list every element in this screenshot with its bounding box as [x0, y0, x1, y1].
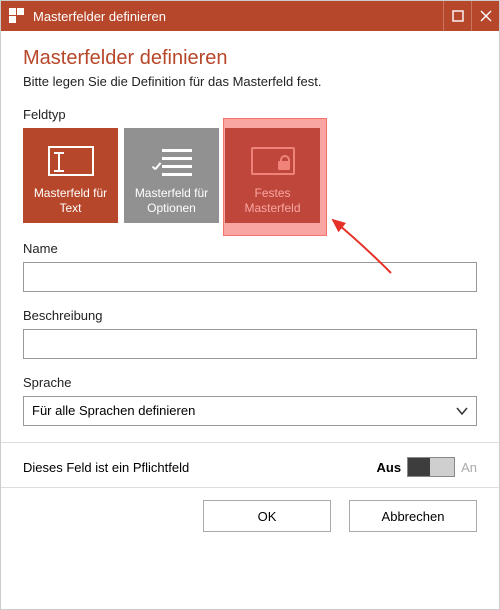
fieldtype-option-label: Masterfeld für Text: [27, 186, 114, 215]
close-icon: [480, 10, 492, 22]
fieldtype-option-options[interactable]: Masterfeld für Optionen: [124, 128, 219, 223]
dialog-subheading: Bitte legen Sie die Definition für das M…: [23, 74, 477, 89]
description-label: Beschreibung: [23, 308, 477, 323]
window-title: Masterfelder definieren: [33, 9, 443, 24]
name-label: Name: [23, 241, 477, 256]
fieldtype-option-text[interactable]: Masterfeld für Text: [23, 128, 118, 223]
description-group: Beschreibung: [23, 308, 477, 359]
titlebar: Masterfelder definieren: [1, 1, 499, 31]
fieldtype-group: Masterfeld für Text Masterfeld für Optio…: [23, 128, 477, 223]
mandatory-toggle[interactable]: [407, 457, 455, 477]
app-icon: [9, 8, 25, 24]
mandatory-label: Dieses Feld ist ein Pflichtfeld: [23, 460, 377, 475]
mandatory-state-on: An: [461, 460, 477, 475]
options-list-icon: [152, 147, 192, 175]
dialog-content: Masterfelder definieren Bitte legen Sie …: [1, 31, 499, 487]
close-button[interactable]: [471, 1, 499, 31]
locked-field-icon: [251, 147, 295, 175]
dialog-footer: OK Abbrechen: [1, 487, 499, 546]
dialog-heading: Masterfelder definieren: [23, 47, 477, 70]
mandatory-state-off: Aus: [377, 460, 402, 475]
language-group: Sprache Für alle Sprachen definieren: [23, 375, 477, 426]
language-select[interactable]: Für alle Sprachen definieren: [23, 396, 477, 426]
fieldtype-option-label: Festes Masterfeld: [229, 186, 316, 215]
ok-button[interactable]: OK: [203, 500, 331, 532]
window-min-icon: [452, 10, 464, 22]
fieldtype-option-label: Masterfeld für Optionen: [128, 186, 215, 215]
description-input[interactable]: [23, 329, 477, 359]
mandatory-row: Dieses Feld ist ein Pflichtfeld Aus An: [23, 457, 477, 487]
minimize-button[interactable]: [443, 1, 471, 31]
text-field-icon: [48, 146, 94, 176]
language-label: Sprache: [23, 375, 477, 390]
fieldtype-option-fixed[interactable]: Festes Masterfeld: [225, 128, 320, 223]
divider: [1, 442, 499, 443]
name-input[interactable]: [23, 262, 477, 292]
name-group: Name: [23, 241, 477, 292]
cancel-button[interactable]: Abbrechen: [349, 500, 477, 532]
fieldtype-label: Feldtyp: [23, 107, 477, 122]
